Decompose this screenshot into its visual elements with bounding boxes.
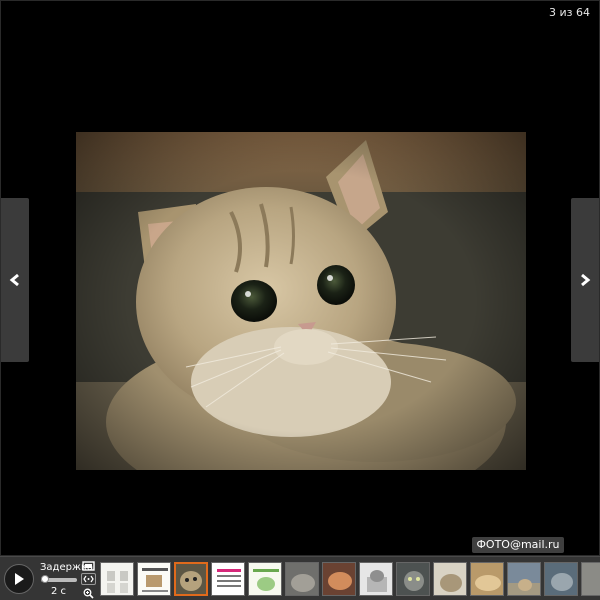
chevron-right-icon — [581, 273, 591, 287]
thumbnail[interactable] — [285, 562, 319, 596]
photo-viewer: 3 из 64 ФОТО@mail.ru — [0, 0, 600, 556]
thumbnail-strip — [100, 562, 600, 596]
thumbnail-active[interactable] — [174, 562, 208, 596]
thumbnail[interactable] — [396, 562, 430, 596]
embed-code-icon — [83, 575, 94, 583]
slideshow-controls: Задержка 2 с — [0, 556, 600, 600]
play-icon — [15, 573, 24, 585]
thumbnail[interactable] — [211, 562, 245, 596]
next-photo-button[interactable] — [571, 198, 599, 362]
thumbnail[interactable] — [581, 562, 600, 596]
delay-value: 2 с — [51, 586, 67, 597]
thumbnail[interactable] — [100, 562, 134, 596]
prev-photo-button[interactable] — [1, 198, 29, 362]
thumbnail[interactable] — [248, 562, 282, 596]
thumbnail[interactable] — [507, 562, 541, 596]
watermark: ФОТО@mail.ru — [472, 537, 564, 553]
fullscreen-icon — [82, 561, 95, 571]
photo-counter: 3 из 64 — [549, 6, 590, 19]
embed-code-button[interactable] — [81, 573, 96, 585]
thumbnail[interactable] — [544, 562, 578, 596]
thumbnail[interactable] — [433, 562, 467, 596]
thumbnail[interactable] — [322, 562, 356, 596]
thumbnail[interactable] — [137, 562, 171, 596]
thumbnail[interactable] — [470, 562, 504, 596]
chevron-left-icon — [9, 273, 19, 287]
zoom-button[interactable] — [81, 587, 96, 599]
thumbnail[interactable] — [359, 562, 393, 596]
delay-slider-handle[interactable] — [41, 575, 49, 583]
play-button[interactable] — [4, 564, 34, 594]
main-photo[interactable] — [76, 132, 526, 470]
zoom-icon — [83, 588, 94, 599]
fullscreen-button[interactable] — [81, 560, 96, 572]
